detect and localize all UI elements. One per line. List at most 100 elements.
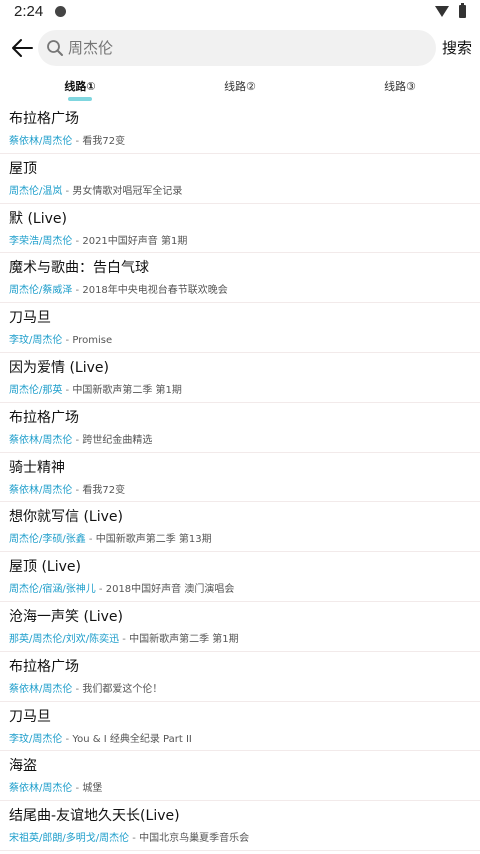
- song-subtitle: 李玟/周杰伦 - You & I 经典全纪录 Part II: [9, 730, 192, 745]
- separator: -: [95, 584, 106, 596]
- song-title: 因为爱情 (Live): [9, 359, 109, 376]
- song-item[interactable]: 骑士精神蔡依林/周杰伦 - 看我72变: [0, 453, 480, 503]
- song-artist: 李玟/周杰伦: [9, 733, 63, 745]
- song-item[interactable]: 屋顶 (Live) 周杰伦/宿涵/张神儿 - 2018中国好声音 澳门演唱会: [0, 552, 480, 602]
- separator: -: [72, 484, 83, 496]
- song-subtitle: 那英/周杰伦/刘欢/陈奕迅 - 中国新歌声第二季 第1期: [9, 630, 239, 645]
- song-subtitle: 蔡依林/周杰伦 - 看我72变: [9, 132, 125, 147]
- song-item[interactable]: 刀马旦 李玟/周杰伦 - Promise: [0, 303, 480, 353]
- song-title: 布拉格广场: [9, 409, 79, 426]
- song-album: 2018年中央电视台春节联欢晚会: [82, 285, 228, 297]
- song-subtitle: 蔡依林/周杰伦 - 看我72变: [9, 481, 125, 496]
- song-artist: 宋祖英/郎朗/多明戈/周杰伦: [9, 833, 130, 845]
- route-tabs: 线路① 线路② 线路③: [0, 78, 480, 104]
- song-album: 2018中国好声音 澳门演唱会: [105, 584, 235, 596]
- song-title: 默 (Live): [9, 210, 67, 227]
- song-subtitle: 蔡依林/周杰伦 - 跨世纪金曲精选: [9, 431, 152, 446]
- song-item[interactable]: 想你就写信 (Live) 周杰伦/李硕/张鑫 - 中国新歌声第二季 第13期: [0, 502, 480, 553]
- tab-route-1[interactable]: 线路①: [30, 78, 130, 101]
- battery-icon: [459, 2, 466, 18]
- song-subtitle: 周杰伦/李硕/张鑫 - 中国新歌声第二季 第13期: [9, 530, 212, 545]
- separator: -: [72, 136, 83, 147]
- tab-route-2[interactable]: 线路②: [190, 78, 290, 94]
- song-title: 结尾曲-友谊地久天长(Live): [9, 808, 180, 825]
- song-artist: 李荣浩/周杰伦: [9, 235, 73, 247]
- tab-active-indicator: [68, 97, 92, 101]
- song-title: 刀马旦: [9, 310, 51, 327]
- song-album: 男女情歌对唱冠军全记录: [72, 185, 183, 197]
- tab-label: 线路①: [64, 80, 96, 93]
- song-subtitle: 周杰伦/宿涵/张神儿 - 2018中国好声音 澳门演唱会: [9, 580, 234, 595]
- song-item[interactable]: 布拉格广场蔡依林/周杰伦 - 我们都爱这个伦！: [0, 652, 480, 702]
- song-title: 刀马旦: [9, 708, 51, 725]
- wifi-icon: [435, 5, 449, 17]
- separator: -: [129, 833, 140, 845]
- song-album: 中国北京鸟巢夏季音乐会: [139, 833, 250, 845]
- search-input[interactable]: [66, 38, 410, 58]
- song-item[interactable]: 沧海一声笑 (Live) 那英/周杰伦/刘欢/陈奕迅 - 中国新歌声第二季 第1期: [0, 602, 480, 652]
- song-item[interactable]: 因为爱情 (Live) 周杰伦/那英 - 中国新歌声第二季 第1期: [0, 353, 480, 403]
- song-artist: 李玟/周杰伦: [9, 335, 63, 347]
- song-album: 中国新歌声第二季 第1期: [129, 633, 239, 645]
- separator: -: [72, 783, 83, 795]
- separator: -: [62, 733, 73, 745]
- back-button[interactable]: [8, 30, 36, 66]
- status-icons: [435, 2, 466, 18]
- song-album: 城堡: [82, 783, 103, 795]
- song-artist: 蔡依林/周杰伦: [9, 783, 73, 795]
- separator: -: [62, 384, 73, 396]
- song-title: 布拉格广场: [9, 658, 79, 675]
- song-title: 屋顶 (Live): [9, 559, 81, 576]
- song-item[interactable]: 魔术与歌曲：告白气球周杰伦/蔡威泽 - 2018年中央电视台春节联欢晚会: [0, 253, 480, 304]
- song-artist: 蔡依林/周杰伦: [9, 484, 73, 496]
- song-artist: 周杰伦/那英: [9, 384, 63, 396]
- separator: -: [72, 683, 83, 695]
- back-arrow-icon: [12, 39, 33, 57]
- separator: -: [72, 434, 83, 446]
- song-item[interactable]: 屋顶周杰伦/温岚 - 男女情歌对唱冠军全记录: [0, 154, 480, 204]
- song-artist: 周杰伦/李硕/张鑫: [9, 534, 86, 546]
- separator: -: [62, 185, 73, 197]
- song-item[interactable]: 默 (Live) 李荣浩/周杰伦 - 2021中国好声音 第1期: [0, 204, 480, 254]
- song-album: 跨世纪金曲精选: [82, 434, 153, 446]
- search-button[interactable]: 搜索: [442, 30, 472, 66]
- tab-label: 线路③: [384, 80, 416, 93]
- song-title: 屋顶: [9, 160, 37, 177]
- search-bar: 搜索: [0, 30, 480, 66]
- song-artist: 周杰伦/温岚: [9, 185, 63, 197]
- song-title: 骑士精神: [9, 459, 65, 476]
- song-artist: 那英/周杰伦/刘欢/陈奕迅: [9, 633, 120, 645]
- song-title: 布拉格广场: [9, 111, 79, 127]
- song-artist: 蔡依林/周杰伦: [9, 136, 73, 147]
- song-subtitle: 周杰伦/温岚 - 男女情歌对唱冠军全记录: [9, 182, 182, 197]
- search-icon: [47, 40, 63, 56]
- status-time: 2:24: [14, 2, 44, 20]
- tab-label: 线路②: [224, 80, 256, 93]
- separator: -: [119, 633, 130, 645]
- search-box[interactable]: [38, 30, 436, 66]
- song-subtitle: 宋祖英/郎朗/多明戈/周杰伦 - 中国北京鸟巢夏季音乐会: [9, 829, 249, 844]
- song-title: 海盗: [9, 758, 37, 775]
- song-title: 魔术与歌曲：告白气球: [9, 260, 149, 277]
- status-bar: 2:24: [0, 0, 480, 22]
- tab-route-3[interactable]: 线路③: [350, 78, 450, 94]
- song-artist: 蔡依林/周杰伦: [9, 434, 73, 446]
- song-artist: 周杰伦/蔡威泽: [9, 285, 73, 297]
- song-subtitle: 李荣浩/周杰伦 - 2021中国好声音 第1期: [9, 232, 187, 247]
- song-artist: 蔡依林/周杰伦: [9, 683, 73, 695]
- song-subtitle: 周杰伦/蔡威泽 - 2018年中央电视台春节联欢晚会: [9, 281, 228, 296]
- song-album: Promise: [72, 335, 113, 347]
- song-item[interactable]: 海盗蔡依林/周杰伦 - 城堡: [0, 751, 480, 802]
- song-album: 看我72变: [82, 484, 126, 496]
- separator: -: [85, 534, 96, 546]
- song-item[interactable]: 结尾曲-友谊地久天长(Live) 宋祖英/郎朗/多明戈/周杰伦 - 中国北京鸟巢夏…: [0, 801, 480, 851]
- song-album: You & I 经典全纪录 Part II: [72, 733, 192, 745]
- separator: -: [72, 235, 83, 247]
- song-item[interactable]: 布拉格广场蔡依林/周杰伦 - 跨世纪金曲精选: [0, 403, 480, 453]
- song-item[interactable]: 布拉格广场蔡依林/周杰伦 - 看我72变: [0, 104, 480, 154]
- notification-icon: [55, 5, 67, 17]
- song-album: 我们都爱这个伦！: [82, 683, 163, 695]
- song-item[interactable]: 刀马旦李玟/周杰伦 - You & I 经典全纪录 Part II: [0, 702, 480, 752]
- song-album: 看我72变: [82, 136, 126, 147]
- song-album: 2021中国好声音 第1期: [82, 235, 188, 247]
